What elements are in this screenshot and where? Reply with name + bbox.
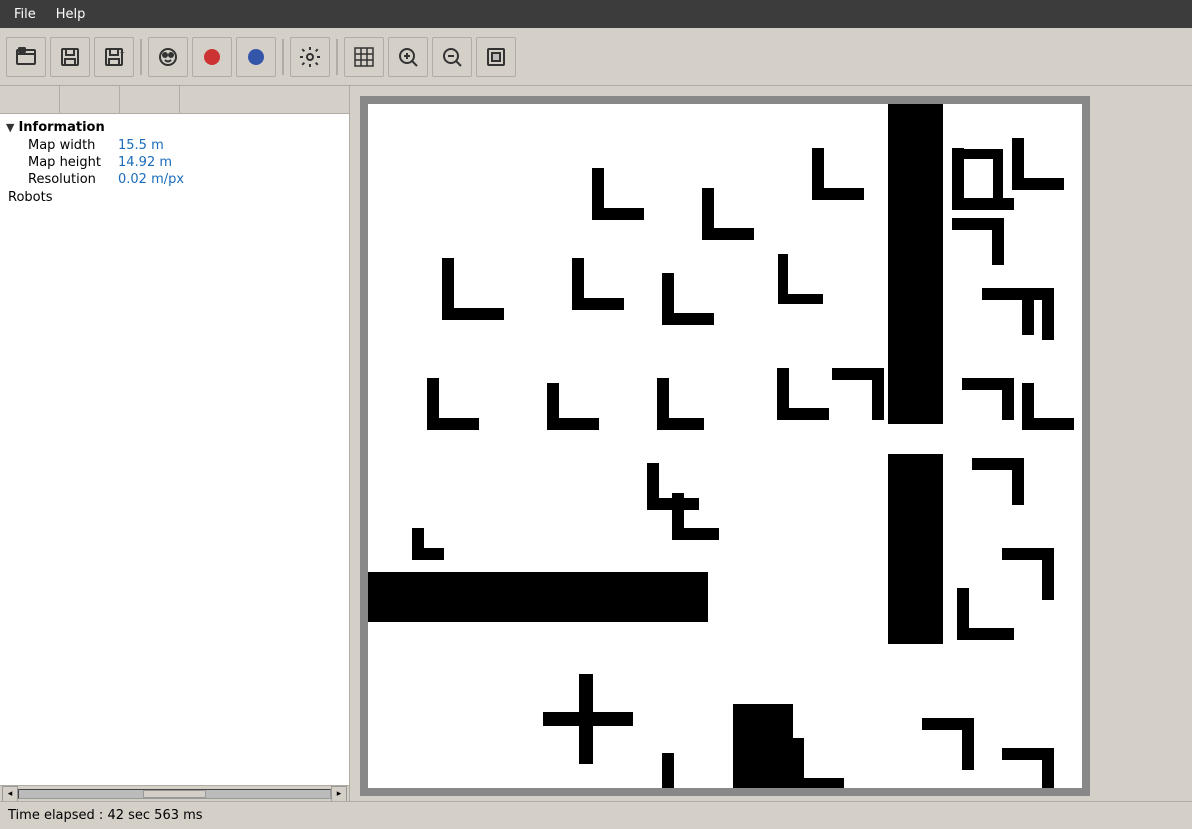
information-arrow: ▼: [6, 121, 14, 134]
prop-resolution-key: Resolution: [28, 172, 118, 187]
panel-tab-1[interactable]: [0, 86, 60, 113]
scroll-thumb[interactable]: [143, 790, 205, 798]
prop-map-width-value: 15.5 m: [118, 138, 164, 153]
record-button[interactable]: [192, 37, 232, 77]
robots-row[interactable]: Robots: [0, 188, 349, 207]
information-section-header[interactable]: ▼ Information: [0, 118, 349, 137]
toolbar-sep-2: [282, 39, 284, 75]
svg-text:+: +: [120, 48, 125, 57]
play-button[interactable]: [236, 37, 276, 77]
saveas-button[interactable]: +: [94, 37, 134, 77]
map-area: [350, 86, 1192, 801]
prop-map-height: Map height 14.92 m: [24, 154, 349, 171]
status-text: Time elapsed : 42 sec 563 ms: [8, 808, 203, 823]
fit-button[interactable]: [476, 37, 516, 77]
information-label: Information: [18, 120, 104, 135]
toolbar-sep-3: [336, 39, 338, 75]
open-button[interactable]: [6, 37, 46, 77]
left-panel: ▼ Information Map width 15.5 m Map heigh…: [0, 86, 350, 801]
toolbar-sep-1: [140, 39, 142, 75]
robot-button[interactable]: [148, 37, 188, 77]
map-svg: [368, 104, 1082, 788]
zoom-in-button[interactable]: [388, 37, 428, 77]
prop-map-height-key: Map height: [28, 155, 118, 170]
zoom-out-button[interactable]: [432, 37, 472, 77]
scroll-right-arrow[interactable]: ▸: [331, 786, 347, 802]
scroll-track[interactable]: [18, 789, 331, 799]
save-button[interactable]: [50, 37, 90, 77]
main-area: ▼ Information Map width 15.5 m Map heigh…: [0, 86, 1192, 801]
toolbar: +: [0, 28, 1192, 86]
statusbar: Time elapsed : 42 sec 563 ms: [0, 801, 1192, 829]
prop-resolution: Resolution 0.02 m/px: [24, 171, 349, 188]
map-canvas[interactable]: [360, 96, 1090, 796]
grid-button[interactable]: [344, 37, 384, 77]
prop-map-height-value: 14.92 m: [118, 155, 172, 170]
menu-help[interactable]: Help: [46, 3, 96, 26]
prop-resolution-value: 0.02 m/px: [118, 172, 184, 187]
information-properties: Map width 15.5 m Map height 14.92 m Reso…: [0, 137, 349, 188]
prop-map-width: Map width 15.5 m: [24, 137, 349, 154]
map-inner: [368, 104, 1082, 788]
panel-tabs: [0, 86, 349, 114]
panel-scrollbar: ◂ ▸: [0, 785, 349, 801]
menu-file[interactable]: File: [4, 3, 46, 26]
settings-button[interactable]: [290, 37, 330, 77]
panel-tab-3[interactable]: [120, 86, 180, 113]
panel-content: ▼ Information Map width 15.5 m Map heigh…: [0, 114, 349, 785]
scroll-left-arrow[interactable]: ◂: [2, 786, 18, 802]
panel-tab-2[interactable]: [60, 86, 120, 113]
menubar: File Help: [0, 0, 1192, 28]
prop-map-width-key: Map width: [28, 138, 118, 153]
